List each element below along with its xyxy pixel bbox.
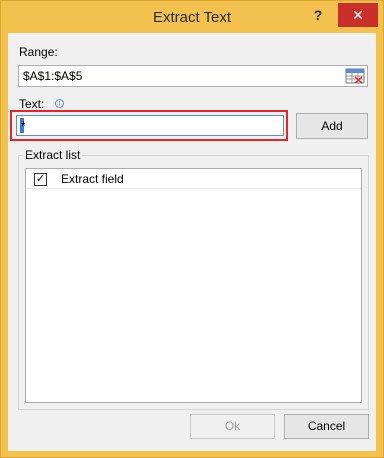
text-input[interactable]: * <box>16 115 284 136</box>
extract-text-dialog: Extract Text ? ✕ Range: $A$1:$A$5 Text: … <box>0 0 384 458</box>
extract-list-group: Extract list ✓ Extract field <box>18 148 369 410</box>
title-bar[interactable]: Extract Text ? ✕ <box>1 1 383 33</box>
help-button[interactable]: ? <box>305 4 331 26</box>
range-value: $A$1:$A$5 <box>23 69 83 83</box>
close-button[interactable]: ✕ <box>338 3 378 27</box>
extract-list[interactable]: ✓ Extract field <box>25 168 362 403</box>
cancel-button[interactable]: Cancel <box>284 414 369 439</box>
range-select-icon[interactable] <box>345 68 365 84</box>
text-label: Text: <box>19 97 45 111</box>
list-item-label: Extract field <box>61 172 124 186</box>
add-button[interactable]: Add <box>296 113 368 139</box>
extract-field-checkbox[interactable]: ✓ <box>34 173 47 186</box>
range-input[interactable]: $A$1:$A$5 <box>18 65 368 87</box>
text-value: * <box>21 119 26 133</box>
extract-list-title: Extract list <box>23 148 83 162</box>
range-label: Range: <box>19 45 58 59</box>
list-item[interactable]: ✓ Extract field <box>26 169 361 189</box>
ok-button[interactable]: Ok <box>190 414 275 439</box>
info-icon[interactable]: i <box>55 99 64 108</box>
dialog-body: Range: $A$1:$A$5 Text: i * Add Extract l… <box>8 33 376 451</box>
